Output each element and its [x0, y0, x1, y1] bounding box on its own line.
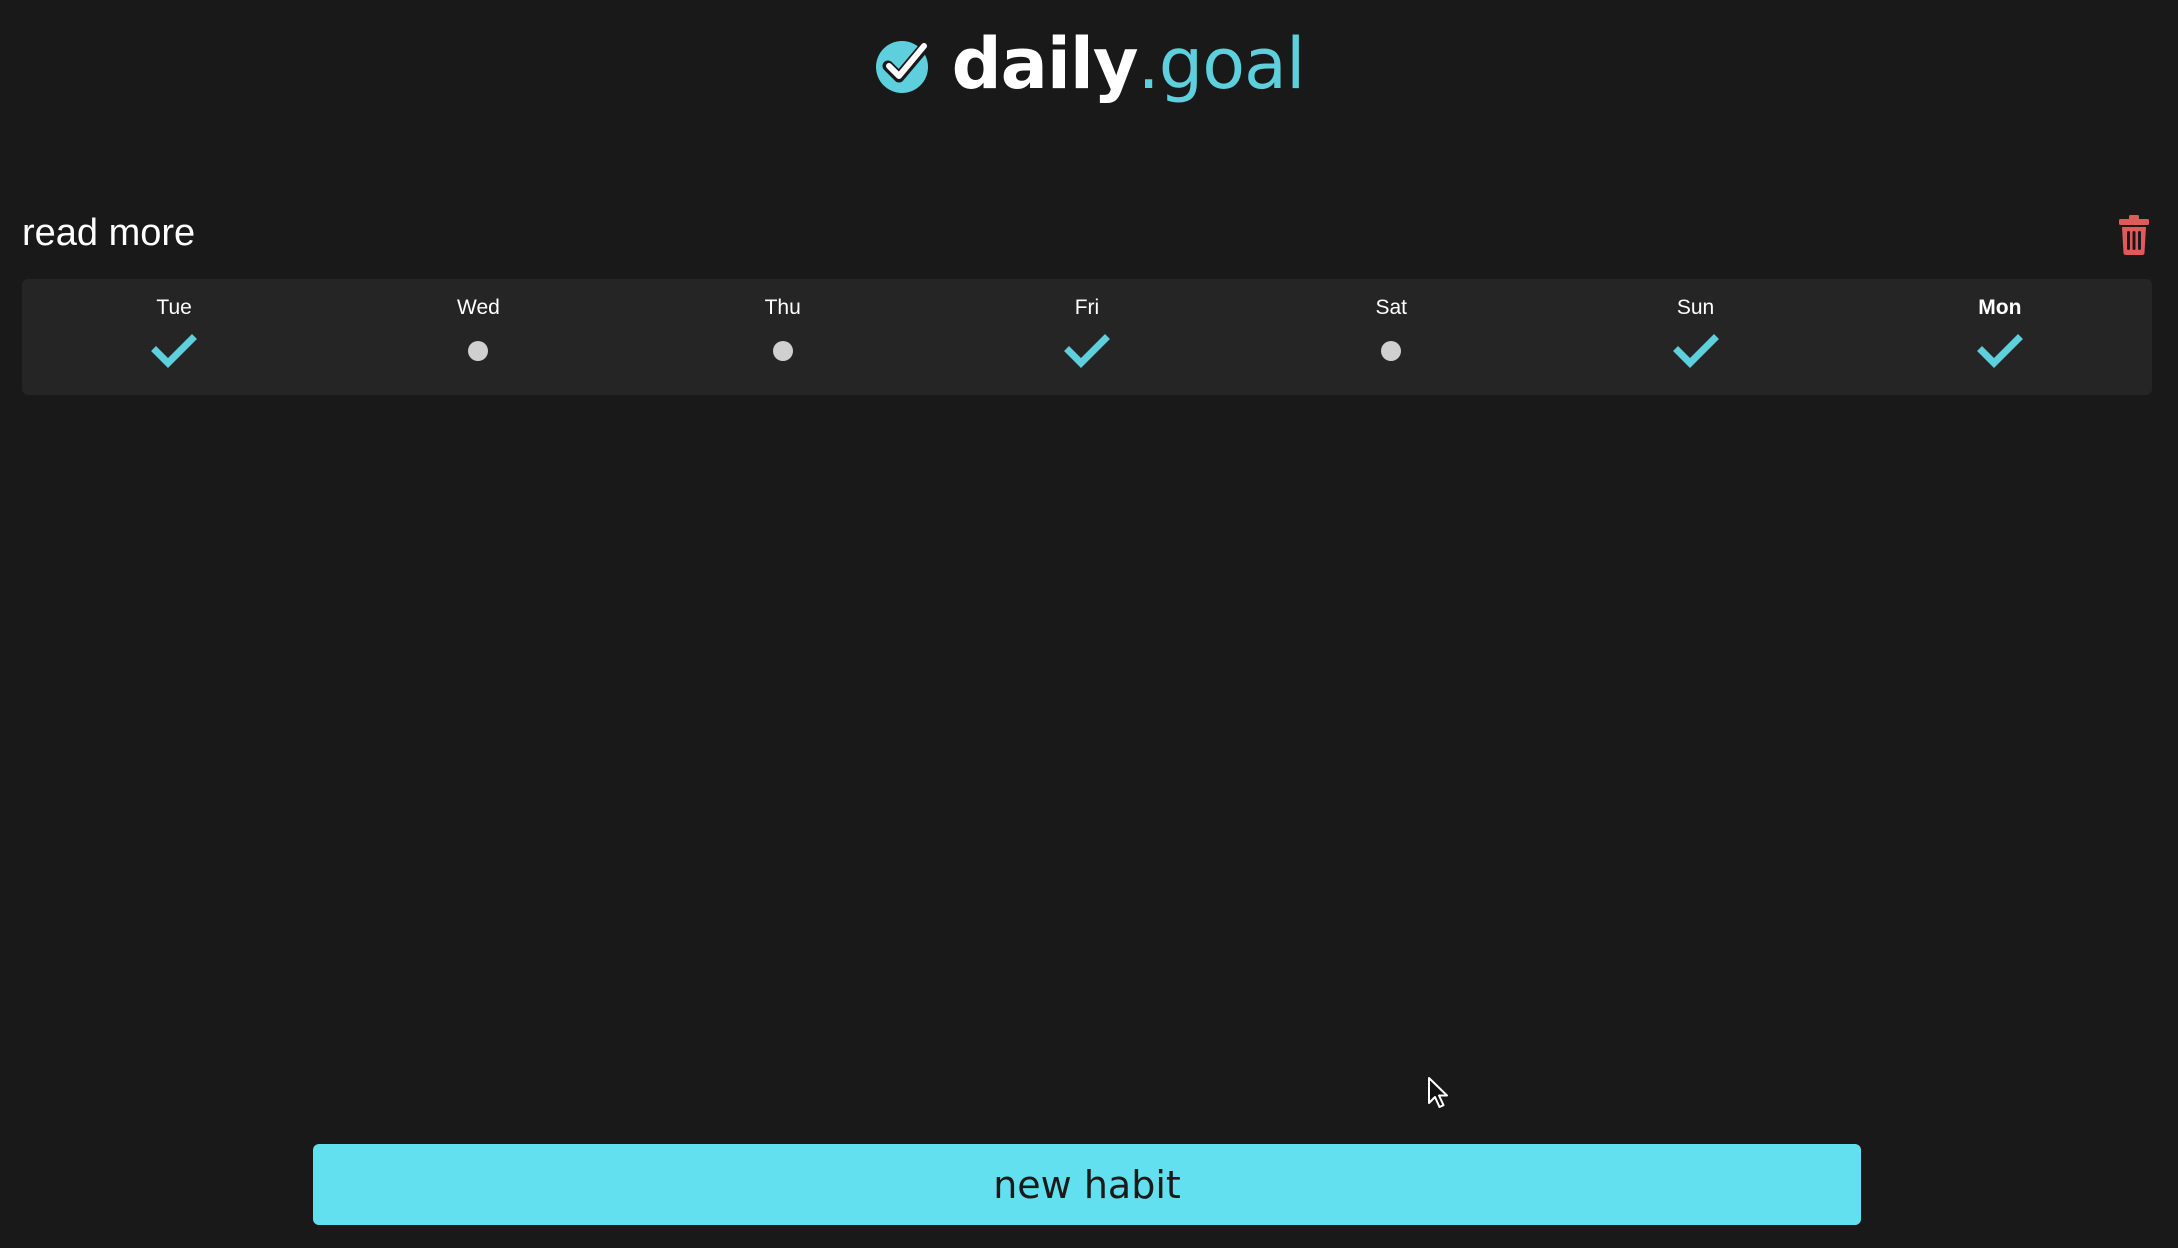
empty-dot-icon — [760, 331, 806, 371]
check-circle-icon — [875, 39, 932, 93]
day-label: Mon — [1978, 296, 2022, 319]
day-label: Sat — [1375, 296, 1408, 319]
day-toggle-fri[interactable]: Fri — [935, 279, 1239, 395]
day-toggle-wed[interactable]: Wed — [326, 279, 630, 395]
habit-card: read more Tue Wed Thu Fri Sat Sun Mon — [22, 205, 2152, 395]
day-toggle-thu[interactable]: Thu — [631, 279, 935, 395]
dot-shape — [468, 341, 489, 361]
new-habit-button[interactable]: new habit — [313, 1144, 1861, 1225]
checkmark-icon — [1976, 331, 2023, 371]
dot-shape — [772, 341, 793, 361]
day-toggle-sat[interactable]: Sat — [1239, 279, 1543, 395]
day-label: Tue — [156, 296, 192, 319]
app-logo: daily.goal — [0, 22, 2178, 106]
app-title-goal: .goal — [1137, 23, 1306, 105]
day-label: Thu — [764, 296, 801, 319]
delete-habit-button[interactable] — [2118, 215, 2150, 255]
day-toggle-sun[interactable]: Sun — [1543, 279, 1847, 395]
dot-shape — [1381, 341, 1402, 361]
day-label: Fri — [1074, 296, 1100, 319]
empty-dot-icon — [1368, 331, 1414, 371]
app-root: daily.goal read more Tue Wed Thu Fri Sat Sun M… — [0, 0, 2178, 1248]
trash-icon — [2119, 215, 2149, 255]
day-toggle-tue[interactable]: Tue — [22, 279, 326, 395]
habit-header: read more — [22, 205, 2152, 267]
checkmark-icon — [1064, 331, 1110, 371]
app-title: daily.goal — [952, 29, 1306, 99]
habit-week-tracker: Tue Wed Thu Fri Sat Sun Mon — [22, 279, 2152, 395]
checkmark-icon — [151, 331, 198, 371]
day-label: Sun — [1676, 296, 1715, 319]
mouse-cursor — [1427, 1076, 1451, 1110]
day-toggle-mon[interactable]: Mon — [1848, 279, 2152, 395]
checkmark-icon — [1672, 331, 1719, 371]
empty-dot-icon — [455, 331, 501, 371]
habit-title: read more — [22, 212, 196, 254]
pointer-cursor-icon — [1428, 1077, 1448, 1108]
day-label: Wed — [457, 296, 500, 319]
app-title-daily: daily — [951, 23, 1139, 105]
